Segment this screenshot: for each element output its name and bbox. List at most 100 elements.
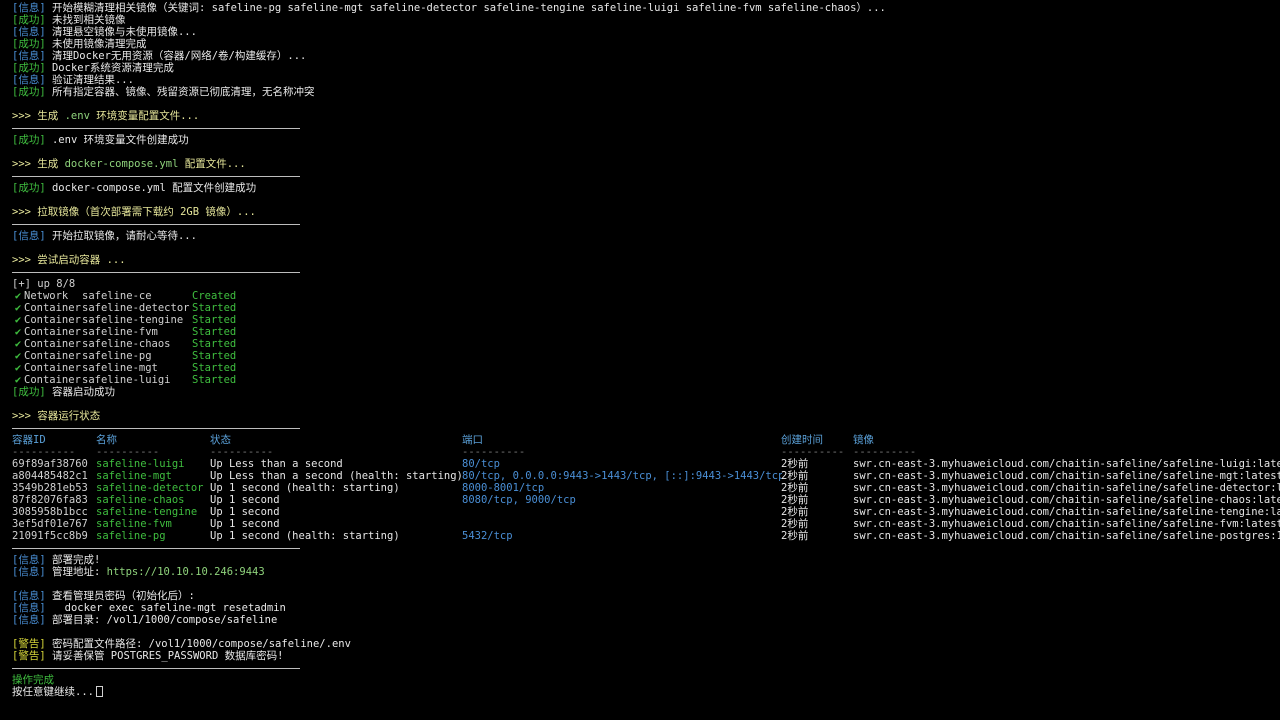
log-line: [信息] 查看管理员密码（初始化后）:: [12, 590, 195, 602]
cell-name: safeline-chaos: [96, 494, 185, 506]
check-icon: ✔: [14, 314, 22, 326]
log-line: [成功] docker-compose.yml 配置文件创建成功: [12, 182, 257, 194]
press-any-key-prompt[interactable]: 按任意键继续...: [12, 686, 1280, 698]
compose-service-item: ✔ Containersafeline-tengine Started: [12, 314, 1280, 326]
compose-up-header: [+] up 8/8: [12, 278, 76, 290]
check-icon: ✔: [14, 326, 22, 338]
cell-name: safeline-pg: [96, 530, 166, 542]
section-divider: [12, 422, 300, 434]
tag-ok: [成功]: [12, 134, 46, 146]
column-header-created: 创建时间: [781, 434, 823, 446]
log-line: [信息] 清理Docker无用资源（容器/网络/卷/构建缓存）...: [12, 50, 307, 62]
table-row: 87f82076fa83 safeline-chaos Up 1 second 808…: [12, 494, 1280, 506]
cell-name: safeline-luigi: [96, 458, 185, 470]
tag-info: [信息]: [12, 26, 46, 38]
section-divider: [12, 662, 300, 674]
log-line: [成功] 未找到相关镜像: [12, 14, 126, 26]
tag-info: [信息]: [12, 2, 46, 14]
cell-image: swr.cn-east-3.myhuaweicloud.com/chaitin-…: [853, 506, 1280, 518]
tag-ok: [成功]: [12, 86, 46, 98]
step-pull-heading: >>> 拉取镜像（首次部署需下载约 2GB 镜像）...: [12, 206, 256, 218]
cell-created: 2秒前: [781, 506, 809, 518]
cell-created: 2秒前: [781, 530, 809, 542]
cell-image: swr.cn-east-3.myhuaweicloud.com/chaitin-…: [853, 458, 1280, 470]
tag-ok: [成功]: [12, 386, 46, 398]
table-row: 69f89af38760 safeline-luigi Up Less than a…: [12, 458, 1280, 470]
cell-image: swr.cn-east-3.myhuaweicloud.com/chaitin-…: [853, 518, 1280, 530]
compose-service-item: ✔ Containersafeline-pg Started: [12, 350, 1280, 362]
table-header: 容器ID 名称 状态 端口 创建时间 镜像: [12, 434, 1280, 446]
check-icon: ✔: [14, 374, 22, 386]
cell-status: Up 1 second: [210, 518, 280, 530]
tag-ok: [成功]: [12, 14, 46, 26]
log-line: [警告] 请妥善保管 POSTGRES_PASSWORD 数据库密码!: [12, 650, 284, 662]
log-line: [信息] 部署完成!: [12, 554, 101, 566]
cell-created: 2秒前: [781, 458, 809, 470]
tag-info: [信息]: [12, 590, 46, 602]
container-table: 容器ID 名称 状态 端口 创建时间 镜像 ---------- -------…: [12, 434, 1280, 542]
cell-name: safeline-fvm: [96, 518, 172, 530]
compose-service-item: ✔ Containersafeline-detector Started: [12, 302, 1280, 314]
column-header-id: 容器ID: [12, 434, 46, 446]
log-line: [信息] 管理地址: https://10.10.10.246:9443: [12, 566, 265, 578]
step-compose-heading: >>> 生成 docker-compose.yml 配置文件...: [12, 158, 246, 170]
cell-id: 3085958b1bcc: [12, 506, 88, 518]
tag-ok: [成功]: [12, 62, 46, 74]
cell-image: swr.cn-east-3.myhuaweicloud.com/chaitin-…: [853, 470, 1280, 482]
compose-service-list: ✔ Network safeline-ce Created ✔ Containersafe…: [12, 290, 1280, 386]
log-line: [成功] Docker系统资源清理完成: [12, 62, 174, 74]
compose-service-item: ✔ Containersafeline-chaos Started: [12, 338, 1280, 350]
tag-warn: [警告]: [12, 650, 46, 662]
table-row: 21091f5cc8b9 safeline-pg Up 1 second (heal…: [12, 530, 1280, 542]
log-line: [成功] 所有指定容器、镜像、残留资源已彻底清理，无名称冲突: [12, 86, 315, 98]
text-cursor: [95, 686, 103, 697]
cell-name: safeline-mgt: [96, 470, 172, 482]
tag-info: [信息]: [12, 74, 46, 86]
reset-admin-command: docker exec safeline-mgt resetadmin: [45, 602, 286, 614]
cell-id: 3ef5df01e767: [12, 518, 88, 530]
management-url-link[interactable]: https://10.10.10.246:9443: [107, 566, 265, 578]
table-row: 3ef5df01e767 safeline-fvm Up 1 second 2秒前 sw…: [12, 518, 1280, 530]
tag-info: [信息]: [12, 50, 46, 62]
table-row: 3549b281eb53 safeline-detector Up 1 second…: [12, 482, 1280, 494]
log-line: [信息] 部署目录: /vol1/1000/compose/safeline: [12, 614, 278, 626]
cell-created: 2秒前: [781, 518, 809, 530]
cell-id: 69f89af38760: [12, 458, 88, 470]
section-divider: [12, 122, 300, 134]
cell-status: Up 1 second: [210, 506, 280, 518]
cell-ports: 8000-8001/tcp: [462, 482, 545, 494]
log-line: [成功] .env 环境变量文件创建成功: [12, 134, 189, 146]
step-status-heading: >>> 容器运行状态: [12, 410, 101, 422]
log-line: [成功] 未使用镜像清理完成: [12, 38, 147, 50]
cell-ports: 8080/tcp, 9000/tcp: [462, 494, 576, 506]
cell-name: safeline-detector: [96, 482, 204, 494]
log-line: [警告] 密码配置文件路径: /vol1/1000/compose/safeli…: [12, 638, 351, 650]
tag-info: [信息]: [12, 602, 46, 614]
cell-name: safeline-tengine: [96, 506, 198, 518]
cell-created: 2秒前: [781, 494, 809, 506]
log-line: [信息] 清理悬空镜像与未使用镜像...: [12, 26, 197, 38]
table-row: a804485482c1 safeline-mgt Up Less than a s…: [12, 470, 1280, 482]
cell-status: Up 1 second (health: starting): [210, 482, 400, 494]
cell-status: Up Less than a second (health: starting): [210, 470, 462, 482]
cell-ports: 5432/tcp: [462, 530, 513, 542]
compose-service-item: ✔ Containersafeline-mgt Started: [12, 362, 1280, 374]
tag-info: [信息]: [12, 230, 46, 242]
check-icon: ✔: [14, 362, 22, 374]
cell-created: 2秒前: [781, 482, 809, 494]
tag-info: [信息]: [12, 566, 46, 578]
cell-image: swr.cn-east-3.myhuaweicloud.com/chaitin-…: [853, 530, 1280, 542]
cleanup-log: [信息] 开始模糊清理相关镜像（关键词: safeline-pg safelin…: [12, 2, 1280, 98]
table-body: 69f89af38760 safeline-luigi Up Less than a…: [12, 458, 1280, 542]
tag-ok: [成功]: [12, 38, 46, 50]
tag-ok: [成功]: [12, 182, 46, 194]
cell-status: Up Less than a second: [210, 458, 343, 470]
section-divider: [12, 218, 300, 230]
log-line: [信息] 开始模糊清理相关镜像（关键词: safeline-pg safelin…: [12, 2, 886, 14]
cell-status: Up 1 second (health: starting): [210, 530, 400, 542]
terminal-window[interactable]: [信息] 开始模糊清理相关镜像（关键词: safeline-pg safelin…: [0, 0, 1280, 720]
step-env-heading: >>> 生成 .env 环境变量配置文件...: [12, 110, 200, 122]
column-header-image: 镜像: [853, 434, 874, 446]
log-line: [成功] 容器启动成功: [12, 386, 115, 398]
check-icon: ✔: [14, 302, 22, 314]
